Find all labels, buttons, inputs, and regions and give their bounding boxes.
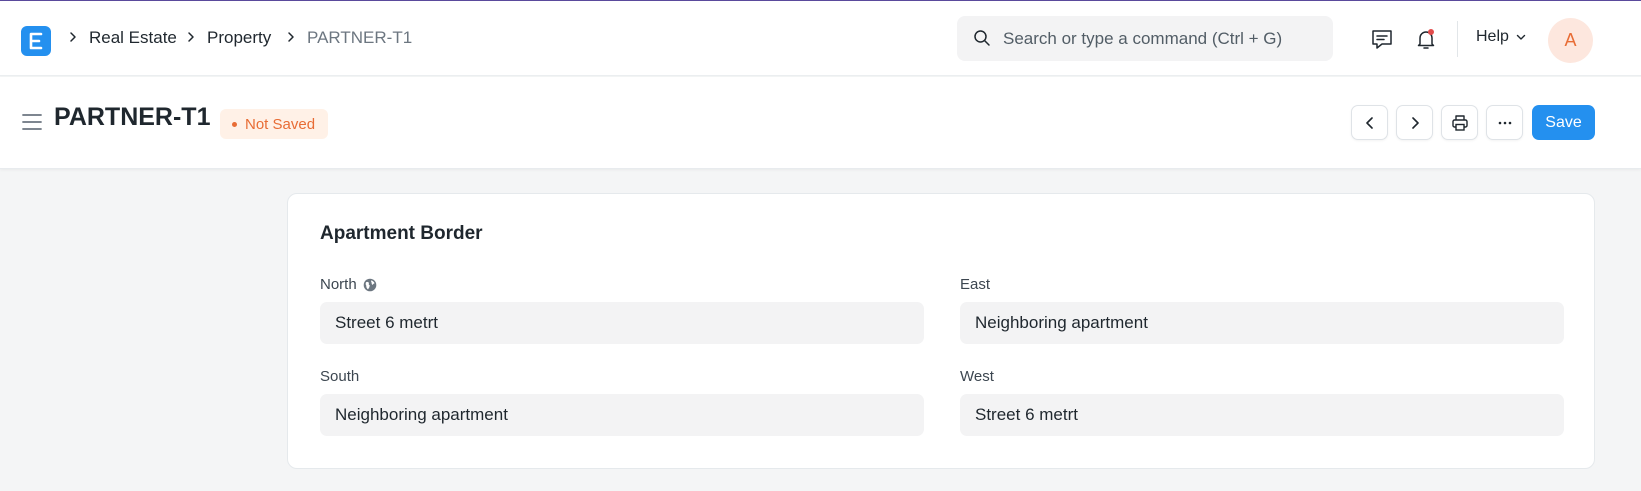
chevron-right-icon [188,32,194,42]
notification-dot [1428,29,1434,35]
app-logo[interactable] [21,26,51,56]
west-label: West [960,368,994,385]
navbar: Real Estate Property PARTNER-T1 Help A [0,1,1641,76]
more-actions-button[interactable] [1486,105,1523,140]
section-title: Apartment Border [320,223,483,244]
search-bar[interactable] [957,16,1333,61]
chevron-down-icon [1516,34,1526,40]
help-label: Help [1476,28,1509,45]
west-field[interactable] [960,394,1564,436]
breadcrumb-property[interactable]: Property [207,28,271,48]
east-field[interactable] [960,302,1564,344]
help-dropdown[interactable]: Help [1476,28,1527,46]
avatar[interactable]: A [1548,18,1593,63]
status-dot [232,121,237,127]
chevron-right-icon [288,32,294,42]
search-icon [974,30,990,46]
hamburger-icon[interactable] [22,113,42,131]
page-title: PARTNER-T1 [54,103,211,131]
status-badge: Not Saved [220,109,329,139]
previous-button[interactable] [1351,105,1388,140]
north-field[interactable] [320,302,924,344]
page-head: PARTNER-T1 Not Saved Save [0,77,1641,169]
north-label-text: North [320,276,357,293]
south-field[interactable] [320,394,924,436]
printer-icon [1451,114,1468,131]
chevron-right-icon [70,32,76,42]
search-input[interactable] [1003,16,1323,61]
apartment-border-section: Apartment Border North East South West [287,193,1595,469]
south-label: South [320,368,360,385]
save-button[interactable]: Save [1532,105,1595,140]
bell-icon[interactable] [1414,27,1438,51]
east-label: East [960,276,991,293]
status-label: Not Saved [245,115,316,133]
chevron-right-icon [1411,116,1419,129]
chat-icon[interactable] [1370,27,1394,51]
next-button[interactable] [1396,105,1433,140]
more-icon [1498,121,1511,124]
breadcrumb-real-estate[interactable]: Real Estate [89,28,177,48]
chevron-left-icon [1365,116,1373,129]
north-label: North [320,276,377,293]
breadcrumb-current[interactable]: PARTNER-T1 [307,28,412,48]
nav-divider [1457,21,1458,57]
globe-icon[interactable] [363,278,377,292]
print-button[interactable] [1441,105,1478,140]
